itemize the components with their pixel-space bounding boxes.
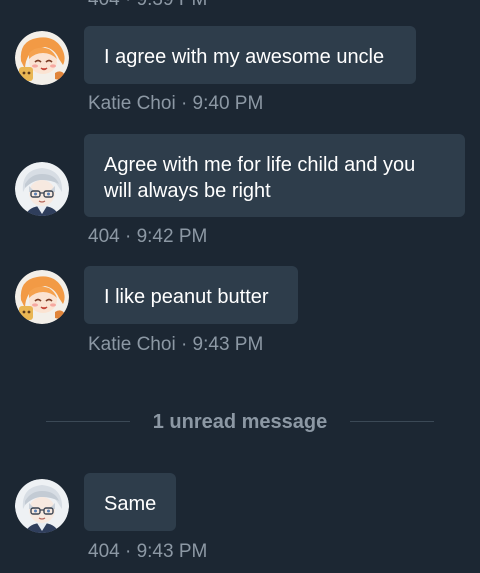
boy-avatar[interactable] [15,479,69,533]
girl-avatar[interactable] [15,31,69,85]
chat-screen: 404 · 9:39 PM I agree with my awesome un… [0,0,480,573]
message-meta: 404 · 9:42 PM [88,226,208,247]
message-bubble[interactable]: Agree with me for life child and you wil… [84,134,465,217]
message-bubble[interactable]: I like peanut butter [84,266,298,324]
message-meta: Katie Choi · 9:40 PM [88,93,264,114]
message-meta: 404 · 9:43 PM [88,541,208,562]
previous-message-meta: 404 · 9:39 PM [88,0,207,11]
message-bubble[interactable]: I agree with my awesome uncle [84,26,416,84]
girl-avatar[interactable] [15,270,69,324]
message-text: Agree with me for life child and you wil… [104,154,416,202]
unread-divider-label: 1 unread message [152,411,328,433]
message-text: I agree with my awesome uncle [104,46,385,68]
divider-line-right [350,421,434,422]
message-bubble[interactable]: Same [84,473,176,531]
message-text: Same [104,493,157,515]
boy-avatar[interactable] [15,162,69,216]
message-text: I like peanut butter [104,286,269,308]
message-meta: Katie Choi · 9:43 PM [88,334,264,355]
unread-divider: 1 unread message [0,405,480,439]
